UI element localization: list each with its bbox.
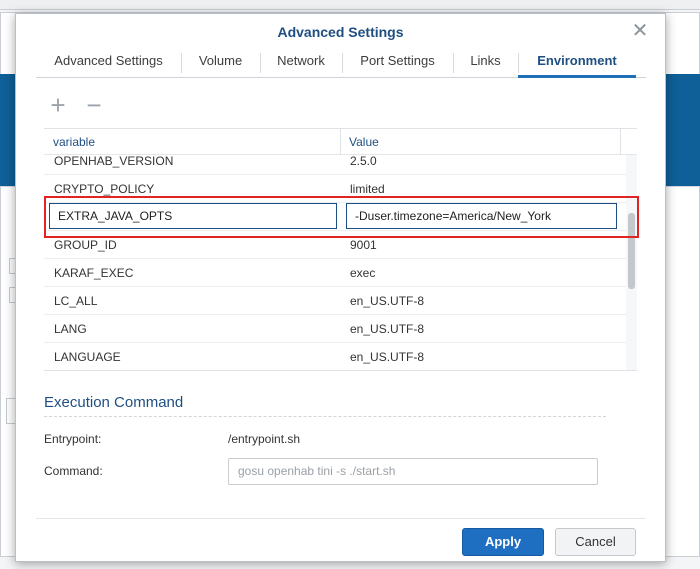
- table-row[interactable]: GROUP_ID 9001: [44, 231, 626, 259]
- cancel-button[interactable]: Cancel: [555, 528, 636, 556]
- value-cell: limited: [350, 182, 385, 196]
- variable-cell: LANGUAGE: [54, 350, 121, 364]
- environment-table: variable Value OPENHAB_VERSION 2.5.0 CRY…: [44, 128, 637, 371]
- dialog-title: Advanced Settings: [277, 24, 404, 40]
- table-scrollbar[interactable]: [626, 155, 637, 370]
- table-body: OPENHAB_VERSION 2.5.0 CRYPTO_POLICY limi…: [44, 155, 626, 370]
- remove-icon[interactable]: −: [82, 92, 106, 118]
- column-header-value[interactable]: Value: [340, 129, 620, 155]
- advanced-settings-dialog: Advanced Settings ✕ Advanced Settings Vo…: [15, 13, 666, 562]
- column-divider: [620, 129, 621, 155]
- variable-cell: KARAF_EXEC: [54, 266, 134, 280]
- tab-environment[interactable]: Environment: [518, 48, 636, 78]
- entrypoint-value: /entrypoint.sh: [228, 432, 301, 446]
- variable-edit-field[interactable]: EXTRA_JAVA_OPTS: [49, 203, 337, 229]
- footer-divider: [36, 518, 646, 519]
- variable-cell: GROUP_ID: [54, 238, 117, 252]
- entrypoint-label: Entrypoint:: [44, 432, 102, 446]
- tab-bar: Advanced Settings Volume Network Port Se…: [36, 48, 646, 78]
- command-input[interactable]: gosu openhab tini -s ./start.sh: [228, 458, 598, 485]
- table-row[interactable]: KARAF_EXEC exec: [44, 259, 626, 287]
- variable-cell: CRYPTO_POLICY: [54, 182, 155, 196]
- variable-cell: LC_ALL: [54, 294, 98, 308]
- value-edit-field[interactable]: -Duser.timezone=America/New_York: [346, 203, 617, 229]
- execution-command-heading: Execution Command: [44, 394, 184, 411]
- close-icon[interactable]: ✕: [631, 21, 649, 41]
- tab-advanced-settings[interactable]: Advanced Settings: [36, 48, 181, 77]
- table-row-editing[interactable]: EXTRA_JAVA_OPTS -Duser.timezone=America/…: [44, 203, 626, 231]
- tab-links[interactable]: Links: [453, 48, 518, 77]
- value-cell: 9001: [350, 238, 377, 252]
- table-row[interactable]: LC_ALL en_US.UTF-8: [44, 287, 626, 315]
- command-label: Command:: [44, 464, 103, 478]
- add-icon[interactable]: +: [46, 92, 70, 118]
- value-cell: en_US.UTF-8: [350, 350, 425, 364]
- value-cell: exec: [350, 266, 376, 280]
- table-row[interactable]: LANGUAGE en_US.UTF-8: [44, 343, 626, 370]
- table-header: variable Value: [44, 129, 637, 155]
- value-cell: 2.5.0: [350, 155, 377, 168]
- tab-volume[interactable]: Volume: [181, 48, 260, 77]
- tab-network[interactable]: Network: [260, 48, 342, 77]
- variable-cell: OPENHAB_VERSION: [54, 155, 174, 168]
- value-cell: en_US.UTF-8: [350, 294, 425, 308]
- column-header-variable[interactable]: variable: [44, 129, 340, 155]
- table-row[interactable]: CRYPTO_POLICY limited: [44, 175, 626, 203]
- scrollbar-thumb[interactable]: [628, 213, 635, 289]
- background-window-top: [0, 0, 700, 10]
- variable-cell: LANG: [54, 322, 87, 336]
- value-cell: en_US.UTF-8: [350, 322, 425, 336]
- section-divider: [44, 416, 606, 417]
- table-row[interactable]: LANG en_US.UTF-8: [44, 315, 626, 343]
- tab-port-settings[interactable]: Port Settings: [342, 48, 453, 77]
- apply-button[interactable]: Apply: [462, 528, 544, 556]
- table-row[interactable]: OPENHAB_VERSION 2.5.0: [44, 155, 626, 175]
